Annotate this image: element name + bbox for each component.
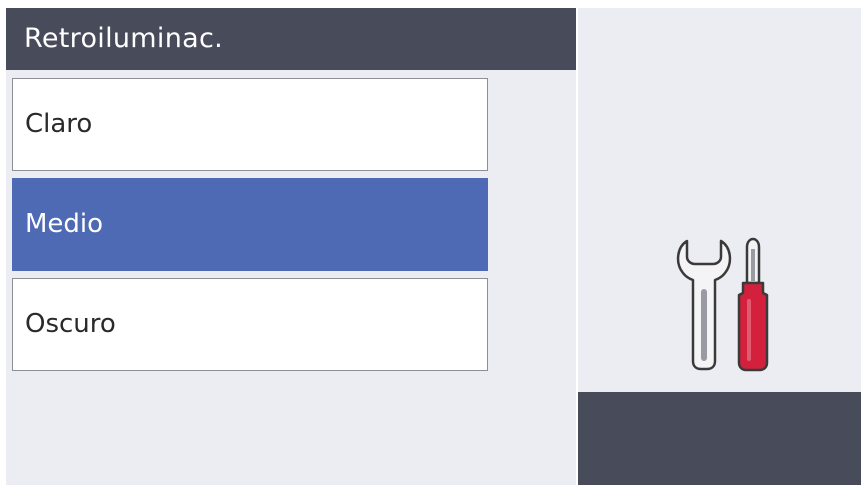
wrench-icon <box>676 239 732 371</box>
lcd-screen: Retroiluminac. Claro Medio Oscuro <box>6 8 861 485</box>
page-title: Retroiluminac. <box>6 8 576 70</box>
wrench-screwdriver-icon <box>676 237 769 372</box>
settings-panel: Retroiluminac. Claro Medio Oscuro <box>6 8 576 485</box>
footer-bar <box>578 392 861 485</box>
screwdriver-icon <box>737 237 769 372</box>
icon-panel <box>578 8 861 485</box>
option-oscuro[interactable]: Oscuro <box>12 278 488 371</box>
option-medio[interactable]: Medio <box>12 178 488 271</box>
option-claro[interactable]: Claro <box>12 78 488 171</box>
